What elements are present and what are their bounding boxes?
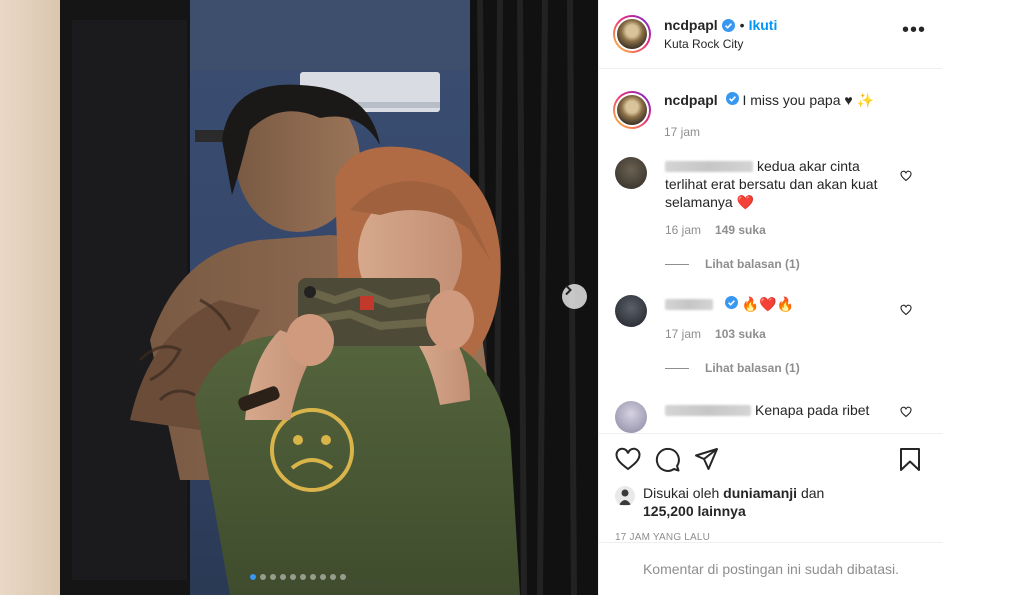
comment-time[interactable]: 17 jam <box>665 327 701 341</box>
post-caption: ncdpapl I miss you papa ♥ ✨ 17 jam <box>599 69 942 139</box>
follow-button[interactable]: Ikuti <box>749 17 778 33</box>
like-comment-heart-icon[interactable] <box>900 303 912 321</box>
post-side-panel: ncdpapl • Ikuti Kuta Rock City ••• ncdpa… <box>598 0 943 595</box>
heart-icon[interactable] <box>615 447 641 471</box>
commenter-username-blurred[interactable] <box>665 161 753 172</box>
post-actions: Disukai oleh duniamanji dan 125,200 lain… <box>599 433 943 543</box>
next-slide-button[interactable] <box>562 284 587 309</box>
caption-avatar[interactable] <box>613 91 651 129</box>
post-header: ncdpapl • Ikuti Kuta Rock City ••• <box>599 0 942 69</box>
post-location[interactable]: Kuta Rock City <box>664 37 902 51</box>
like-comment-heart-icon[interactable] <box>900 169 912 187</box>
likes-summary: Disukai oleh duniamanji dan 125,200 lain… <box>615 485 927 520</box>
comments-disabled-notice: Komentar di postingan ini sudah dibatasi… <box>599 542 943 595</box>
comments-list[interactable]: ncdpapl I miss you papa ♥ ✨ 17 jam kedua… <box>599 69 942 433</box>
verified-badge-icon <box>724 296 738 309</box>
view-replies-button[interactable]: Lihat balasan (1) <box>665 361 900 375</box>
caption-username[interactable]: ncdpapl <box>664 92 718 108</box>
comment-likes[interactable]: 103 suka <box>715 327 766 341</box>
liker-avatar[interactable] <box>615 486 635 506</box>
comment-item: kedua akar cinta terlihat erat bersatu d… <box>599 157 942 271</box>
liked-by-user[interactable]: duniamanji <box>723 485 797 501</box>
view-replies-label: Lihat balasan (1) <box>705 257 800 271</box>
comment-item: Kenapa pada ribet <box>599 401 942 433</box>
commenter-username-blurred[interactable] <box>665 299 713 310</box>
carousel-dot <box>330 574 336 580</box>
carousel-indicator <box>250 574 346 580</box>
author-username[interactable]: ncdpapl <box>664 17 718 33</box>
liked-by-prefix: Disukai oleh <box>643 485 720 501</box>
caption-time: 17 jam <box>664 125 701 139</box>
comment-likes[interactable]: 149 suka <box>715 223 766 237</box>
share-icon[interactable] <box>694 447 719 472</box>
verified-badge-icon <box>725 92 739 105</box>
verified-badge-icon <box>721 18 735 32</box>
carousel-dot <box>340 574 346 580</box>
carousel-dot <box>320 574 326 580</box>
comment-time[interactable]: 16 jam <box>665 223 701 237</box>
view-replies-button[interactable]: Lihat balasan (1) <box>665 257 900 271</box>
comment-text: 🔥❤️🔥 <box>741 296 795 312</box>
liked-by-and: dan <box>800 485 825 501</box>
post-media[interactable] <box>0 0 598 595</box>
liked-by-count[interactable]: 125,200 lainnya <box>643 503 746 519</box>
author-avatar[interactable] <box>613 15 651 53</box>
comment-text: Kenapa pada ribet <box>755 402 870 418</box>
commenter-avatar[interactable] <box>615 157 647 189</box>
carousel-dot <box>300 574 306 580</box>
bookmark-icon[interactable] <box>899 447 921 472</box>
carousel-dot <box>260 574 266 580</box>
commenter-username-blurred[interactable] <box>665 405 751 416</box>
separator-dot: • <box>739 17 745 33</box>
post-photo <box>0 0 598 595</box>
caption-text: I miss you papa ♥ ✨ <box>742 92 875 108</box>
view-replies-label: Lihat balasan (1) <box>705 361 800 375</box>
carousel-dot <box>280 574 286 580</box>
commenter-avatar[interactable] <box>615 295 647 327</box>
comment-item: 🔥❤️🔥 17 jam 103 suka Lihat balasan (1) <box>599 295 942 375</box>
comment-icon[interactable] <box>655 447 680 472</box>
chevron-right-icon <box>565 284 572 296</box>
carousel-dot <box>290 574 296 580</box>
carousel-dot <box>250 574 256 580</box>
carousel-dot <box>270 574 276 580</box>
carousel-dot <box>310 574 316 580</box>
commenter-avatar[interactable] <box>615 401 647 433</box>
like-comment-heart-icon[interactable] <box>900 405 912 423</box>
more-options-icon[interactable]: ••• <box>902 20 926 43</box>
